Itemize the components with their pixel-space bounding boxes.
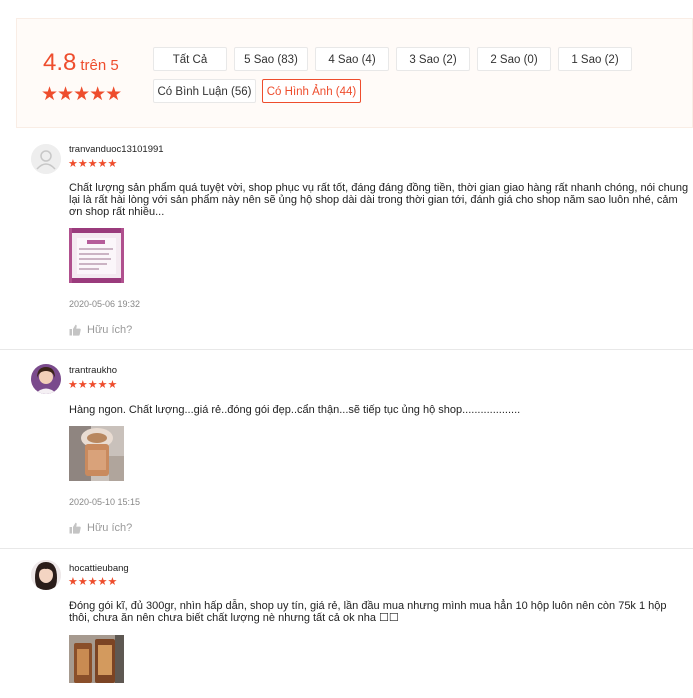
review-date: 2020-05-10 15:15 xyxy=(69,497,141,507)
avatar[interactable] xyxy=(31,144,61,174)
filter-with-photo-button[interactable]: Có Hình Ảnh (44) xyxy=(262,79,361,103)
rating-stars: ★★★★★ xyxy=(41,84,122,105)
review-photo-image xyxy=(69,228,124,283)
filter-5-star-button[interactable]: 5 Sao (83) xyxy=(234,47,308,71)
more-options-icon[interactable]: ⋮ xyxy=(689,522,693,535)
review-comment: Đóng gói kĩ, đủ 300gr, nhìn hấp dẫn, sho… xyxy=(69,600,667,624)
review-photo[interactable] xyxy=(69,228,124,283)
review-item: tranvanduoc13101991 ★★★★★ Chất lượng sản… xyxy=(0,128,693,350)
review-item: hocattieubang ★★★★★ Đóng gói kĩ, đủ 300g… xyxy=(0,548,693,698)
review-photo-image xyxy=(69,635,124,683)
rating-summary: 4.8 trên 5 ★★★★★ Tất Cả 5 Sao (83) 4 Sao … xyxy=(16,18,693,128)
review-username[interactable]: trantraukho xyxy=(69,365,117,376)
user-avatar-image xyxy=(31,560,61,590)
review-photo-image xyxy=(69,426,124,481)
helpful-label: Hữu ích? xyxy=(87,522,133,534)
score-suffix: trên 5 xyxy=(80,57,119,74)
review-photo[interactable] xyxy=(69,635,124,683)
more-options-icon[interactable]: ⋮ xyxy=(689,324,693,337)
review-photo[interactable] xyxy=(69,426,124,481)
review-username[interactable]: hocattieubang xyxy=(69,563,129,574)
thumbs-up-icon xyxy=(69,522,81,534)
filter-with-comment-button[interactable]: Có Bình Luận (56) xyxy=(153,79,256,103)
user-avatar-image xyxy=(31,364,61,394)
helpful-button[interactable]: Hữu ích? xyxy=(69,324,132,336)
rating-score: 4.8 trên 5 xyxy=(43,49,119,77)
review-stars: ★★★★★ xyxy=(68,158,118,170)
review-date: 2020-05-06 19:32 xyxy=(69,299,141,309)
review-stars: ★★★★★ xyxy=(68,576,118,588)
thumbs-up-icon xyxy=(69,324,81,336)
review-comment: Hàng ngon. Chất lượng...giá rẻ..đóng gói… xyxy=(69,404,521,416)
score-value: 4.8 xyxy=(43,49,77,76)
filter-1-star-button[interactable]: 1 Sao (2) xyxy=(558,47,632,71)
default-user-icon xyxy=(31,144,61,174)
filter-3-star-button[interactable]: 3 Sao (2) xyxy=(396,47,470,71)
review-stars: ★★★★★ xyxy=(68,379,118,391)
filter-4-star-button[interactable]: 4 Sao (4) xyxy=(315,47,389,71)
avatar[interactable] xyxy=(31,560,61,590)
helpful-label: Hữu ích? xyxy=(87,324,133,336)
review-item: trantraukho ★★★★★ Hàng ngon. Chất lượng.… xyxy=(0,349,693,549)
review-username[interactable]: tranvanduoc13101991 xyxy=(69,144,164,155)
helpful-button[interactable]: Hữu ích? xyxy=(69,522,132,534)
filter-2-star-button[interactable]: 2 Sao (0) xyxy=(477,47,551,71)
filter-all-button[interactable]: Tất Cả xyxy=(153,47,227,71)
avatar[interactable] xyxy=(31,364,61,394)
review-comment: Chất lượng sản phẩm quá tuyệt vời, shop … xyxy=(69,182,689,218)
